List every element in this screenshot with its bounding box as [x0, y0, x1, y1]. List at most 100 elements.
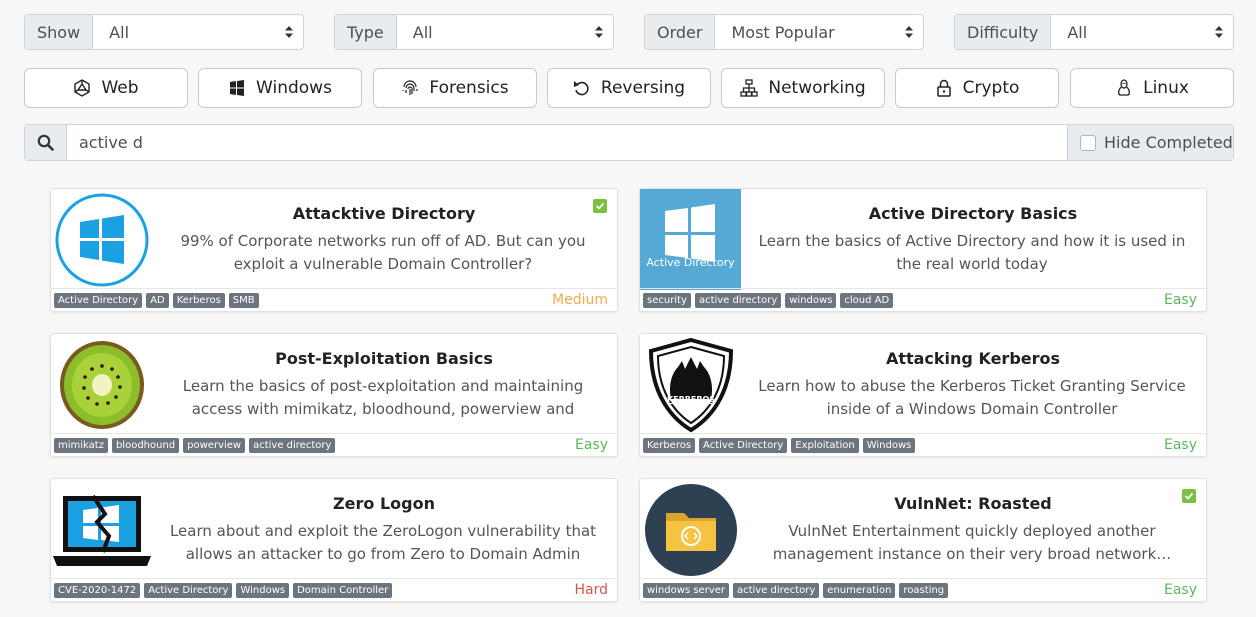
search-icon	[25, 125, 67, 160]
room-footer: mimikatz bloodhound powerview active dir…	[51, 433, 617, 456]
completed-check-icon	[593, 199, 607, 213]
room-footer: windows server active directory enumerat…	[640, 578, 1206, 601]
type-filter-value: All	[412, 22, 433, 42]
broken-windows-laptop	[52, 480, 152, 580]
order-filter[interactable]: Order Most Popular	[644, 14, 924, 50]
category-forensics-button[interactable]: Forensics	[373, 68, 537, 108]
category-label: Crypto	[962, 78, 1020, 98]
difficulty-filter-label: Difficulty	[955, 15, 1052, 49]
room-tag[interactable]: SMB	[228, 292, 259, 308]
room-tag[interactable]: enumeration	[823, 582, 896, 598]
room-tag[interactable]: windows server	[643, 582, 729, 598]
type-filter-label: Type	[335, 15, 397, 49]
room-title[interactable]: Post-Exploitation Basics	[155, 349, 613, 368]
room-tag[interactable]: Active Directory	[699, 437, 788, 453]
room-tag[interactable]: AD	[146, 292, 169, 308]
windows-icon	[230, 80, 245, 96]
room-tag[interactable]: active directory	[249, 437, 336, 453]
room-description: VulnNet Entertainment quickly deployed a…	[772, 522, 1172, 563]
select-caret-icon	[1215, 26, 1223, 38]
fingerprint-icon	[402, 80, 418, 95]
category-windows-button[interactable]: Windows	[198, 68, 362, 108]
filter-bar: Show All Type All Order Most Popular Dif…	[24, 14, 1234, 52]
hide-completed-label: Hide Completed	[1104, 133, 1233, 152]
room-description: Learn how to abuse the Kerberos Ticket G…	[758, 377, 1186, 418]
category-web-button[interactable]: Web	[24, 68, 188, 108]
room-tag[interactable]: Active Directory	[54, 292, 143, 308]
linux-icon	[1118, 79, 1131, 96]
difficulty-label: Easy	[574, 437, 608, 453]
difficulty-filter-value: All	[1067, 22, 1088, 42]
difficulty-filter[interactable]: Difficulty All	[954, 14, 1234, 50]
room-description: Learn the basics of post-exploitation an…	[182, 377, 584, 418]
room-card[interactable]: Attacktive Directory 99% of Corporate ne…	[50, 188, 618, 312]
category-label: Forensics	[429, 78, 509, 98]
category-reversing-button[interactable]: Reversing	[547, 68, 711, 108]
room-tag[interactable]: active directory	[694, 292, 782, 308]
active-directory-logo: Active Directory	[640, 189, 741, 290]
kiwi-image	[52, 335, 152, 435]
room-tag[interactable]: windows	[785, 292, 837, 308]
kerberos-shield-logo: KERBEROS	[641, 335, 741, 435]
hide-completed-checkbox[interactable]	[1080, 134, 1096, 151]
undo-icon	[573, 81, 589, 96]
select-caret-icon	[285, 26, 293, 38]
search-bar: Hide Completed	[24, 124, 1234, 161]
room-title[interactable]: Zero Logon	[155, 494, 613, 513]
room-description: Learn the basics of Active Directory and…	[758, 232, 1186, 273]
room-card[interactable]: Zero Logon Learn about and exploit the Z…	[50, 478, 618, 602]
room-tag[interactable]: powerview	[183, 437, 246, 453]
room-card[interactable]: VulnNet: Roasted VulnNet Entertainment q…	[639, 478, 1207, 602]
order-filter-label: Order	[645, 15, 716, 49]
room-tag[interactable]: security	[643, 292, 691, 308]
room-tag[interactable]: bloodhound	[111, 437, 180, 453]
category-linux-button[interactable]: Linux	[1070, 68, 1234, 108]
difficulty-label: Medium	[552, 292, 608, 308]
show-filter[interactable]: Show All	[24, 14, 304, 50]
room-tag[interactable]: Exploitation	[791, 437, 859, 453]
completed-check-icon	[1182, 489, 1196, 503]
room-tag[interactable]: mimikatz	[54, 437, 108, 453]
category-label: Web	[101, 78, 139, 98]
active-directory-caption: Active Directory	[646, 256, 735, 269]
difficulty-label: Easy	[1163, 437, 1197, 453]
room-tag[interactable]: Active Directory	[144, 582, 233, 598]
room-title[interactable]: Active Directory Basics	[744, 204, 1202, 223]
hide-completed-toggle[interactable]: Hide Completed	[1067, 125, 1233, 160]
room-tag[interactable]: cloud AD	[840, 292, 894, 308]
room-card[interactable]: Post-Exploitation Basics Learn the basic…	[50, 333, 618, 457]
show-filter-value: All	[109, 22, 130, 42]
web-icon	[74, 79, 91, 97]
room-tag[interactable]: Kerberos	[643, 437, 696, 453]
network-icon	[740, 79, 759, 97]
room-title[interactable]: VulnNet: Roasted	[744, 494, 1202, 513]
room-tag[interactable]: CVE-2020-1472	[54, 582, 141, 598]
room-description: Learn about and exploit the ZeroLogon vu…	[169, 522, 597, 563]
room-footer: security active directory windows cloud …	[640, 288, 1206, 311]
room-footer: Active Directory AD Kerberos SMB Medium	[51, 288, 617, 311]
difficulty-label: Hard	[574, 582, 608, 598]
select-caret-icon	[595, 26, 603, 38]
room-tag[interactable]: roasting	[899, 582, 949, 598]
category-crypto-button[interactable]: Crypto	[895, 68, 1059, 108]
kerberos-caption: KERBEROS	[666, 395, 716, 404]
room-tag[interactable]: Domain Controller	[293, 582, 393, 598]
category-label: Windows	[256, 78, 332, 98]
search-input[interactable]	[67, 125, 1067, 160]
type-filter[interactable]: Type All	[334, 14, 614, 50]
category-bar: Web Windows Forensics Reversing Networki…	[24, 68, 1234, 108]
room-title[interactable]: Attacktive Directory	[155, 204, 613, 223]
windows-circle-logo	[52, 190, 152, 290]
category-label: Linux	[1143, 78, 1189, 98]
room-title[interactable]: Attacking Kerberos	[744, 349, 1202, 368]
room-tag[interactable]: Windows	[862, 437, 916, 453]
room-tag[interactable]: Kerberos	[172, 292, 225, 308]
difficulty-label: Easy	[1163, 582, 1197, 598]
room-tag[interactable]: active directory	[732, 582, 820, 598]
category-networking-button[interactable]: Networking	[721, 68, 885, 108]
difficulty-label: Easy	[1163, 292, 1197, 308]
room-card[interactable]: KERBEROS Attacking Kerberos Learn how to…	[639, 333, 1207, 457]
room-tag[interactable]: Windows	[236, 582, 290, 598]
room-card[interactable]: Active Directory Active Directory Basics…	[639, 188, 1207, 312]
order-filter-value: Most Popular	[731, 22, 835, 42]
